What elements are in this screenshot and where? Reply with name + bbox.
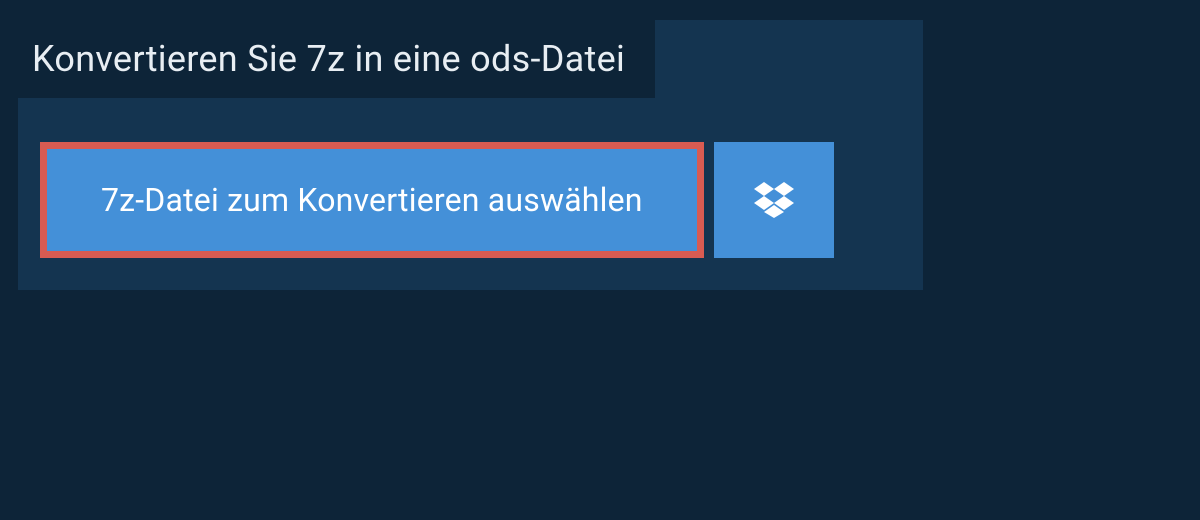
page-title: Konvertieren Sie 7z in eine ods-Datei (32, 38, 625, 80)
select-file-button[interactable]: 7z-Datei zum Konvertieren auswählen (40, 142, 704, 258)
header-bar: Konvertieren Sie 7z in eine ods-Datei (18, 20, 655, 98)
select-file-label: 7z-Datei zum Konvertieren auswählen (101, 181, 643, 219)
dropbox-icon (754, 182, 794, 218)
converter-panel: Konvertieren Sie 7z in eine ods-Datei 7z… (18, 20, 923, 290)
dropbox-button[interactable] (714, 142, 834, 258)
upload-row: 7z-Datei zum Konvertieren auswählen (40, 142, 923, 258)
